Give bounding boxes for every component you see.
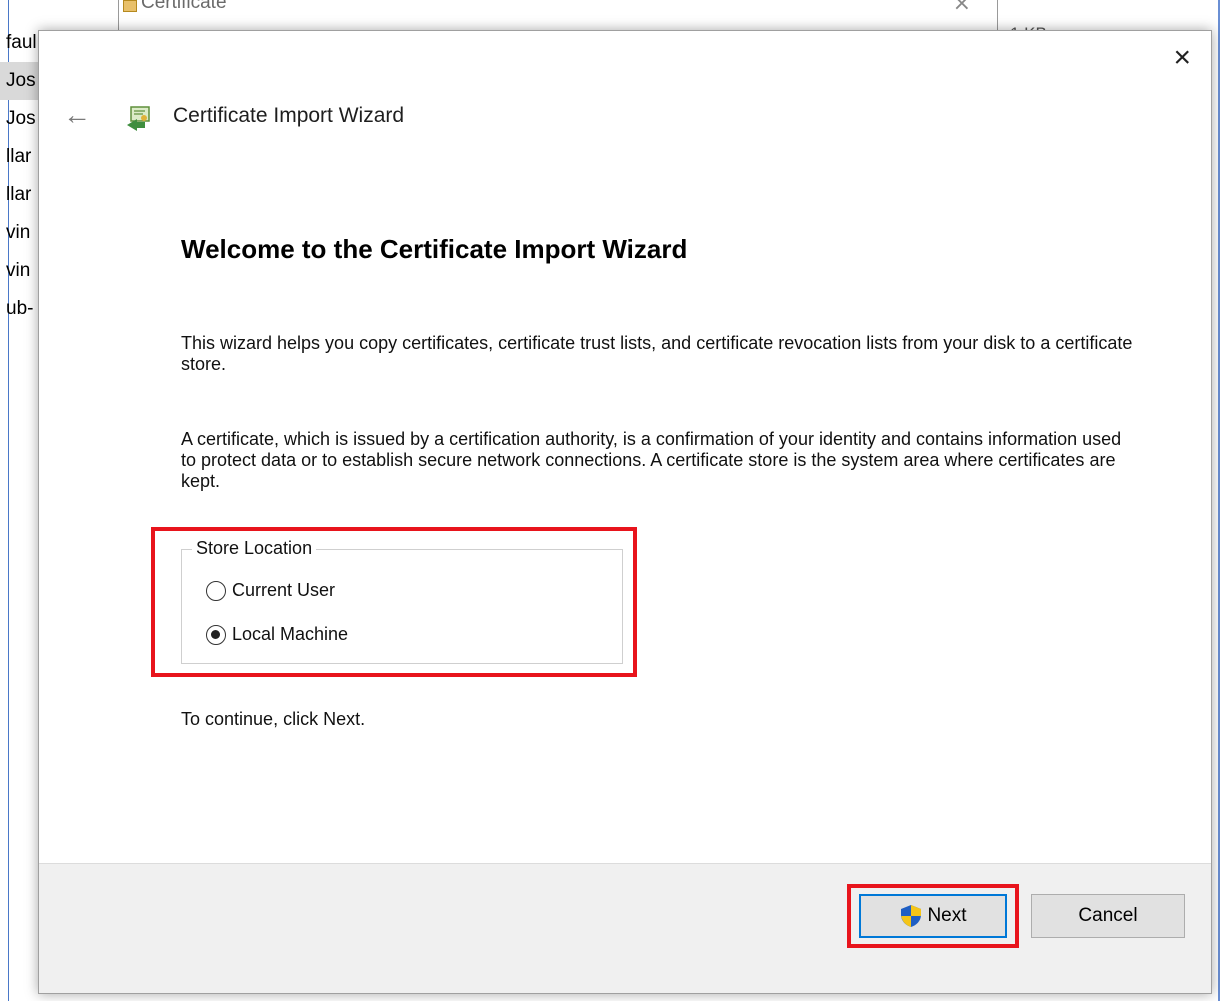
cancel-button[interactable]: Cancel [1031,894,1185,938]
next-button[interactable]: Next [859,894,1007,938]
continue-instruction: To continue, click Next. [181,709,366,729]
local-machine-label[interactable]: Local Machine [232,624,348,645]
current-user-option[interactable]: Current User [206,580,335,601]
next-button-label: Next [927,905,967,926]
close-button[interactable]: × [1173,43,1191,73]
current-user-radio[interactable] [206,580,226,601]
store-location-legend: Store Location [192,538,317,559]
close-icon[interactable]: ⨯ [953,0,971,16]
current-user-label[interactable]: Current User [232,580,335,601]
certificate-wizard-icon [127,106,150,131]
back-arrow-icon[interactable]: ← [63,99,91,131]
intro-paragraph: This wizard helps you copy certificates,… [181,333,1133,374]
certificate-window-title: Certificate [141,0,227,13]
certificate-import-wizard-dialog: × ← Certificate Import Wizard Welcome to… [38,30,1212,994]
certificate-icon [123,0,137,12]
button-bar: Next Cancel [39,863,1211,993]
description-paragraph: A certificate, which is issued by a cert… [181,429,1122,491]
store-location-group: Store Location Current User Local Machin… [181,538,623,664]
wizard-title: Certificate Import Wizard [173,104,405,127]
page-title: Welcome to the Certificate Import Wizard [181,234,688,264]
local-machine-radio[interactable] [206,624,226,645]
local-machine-option[interactable]: Local Machine [206,624,348,645]
uac-shield-icon [901,905,922,927]
